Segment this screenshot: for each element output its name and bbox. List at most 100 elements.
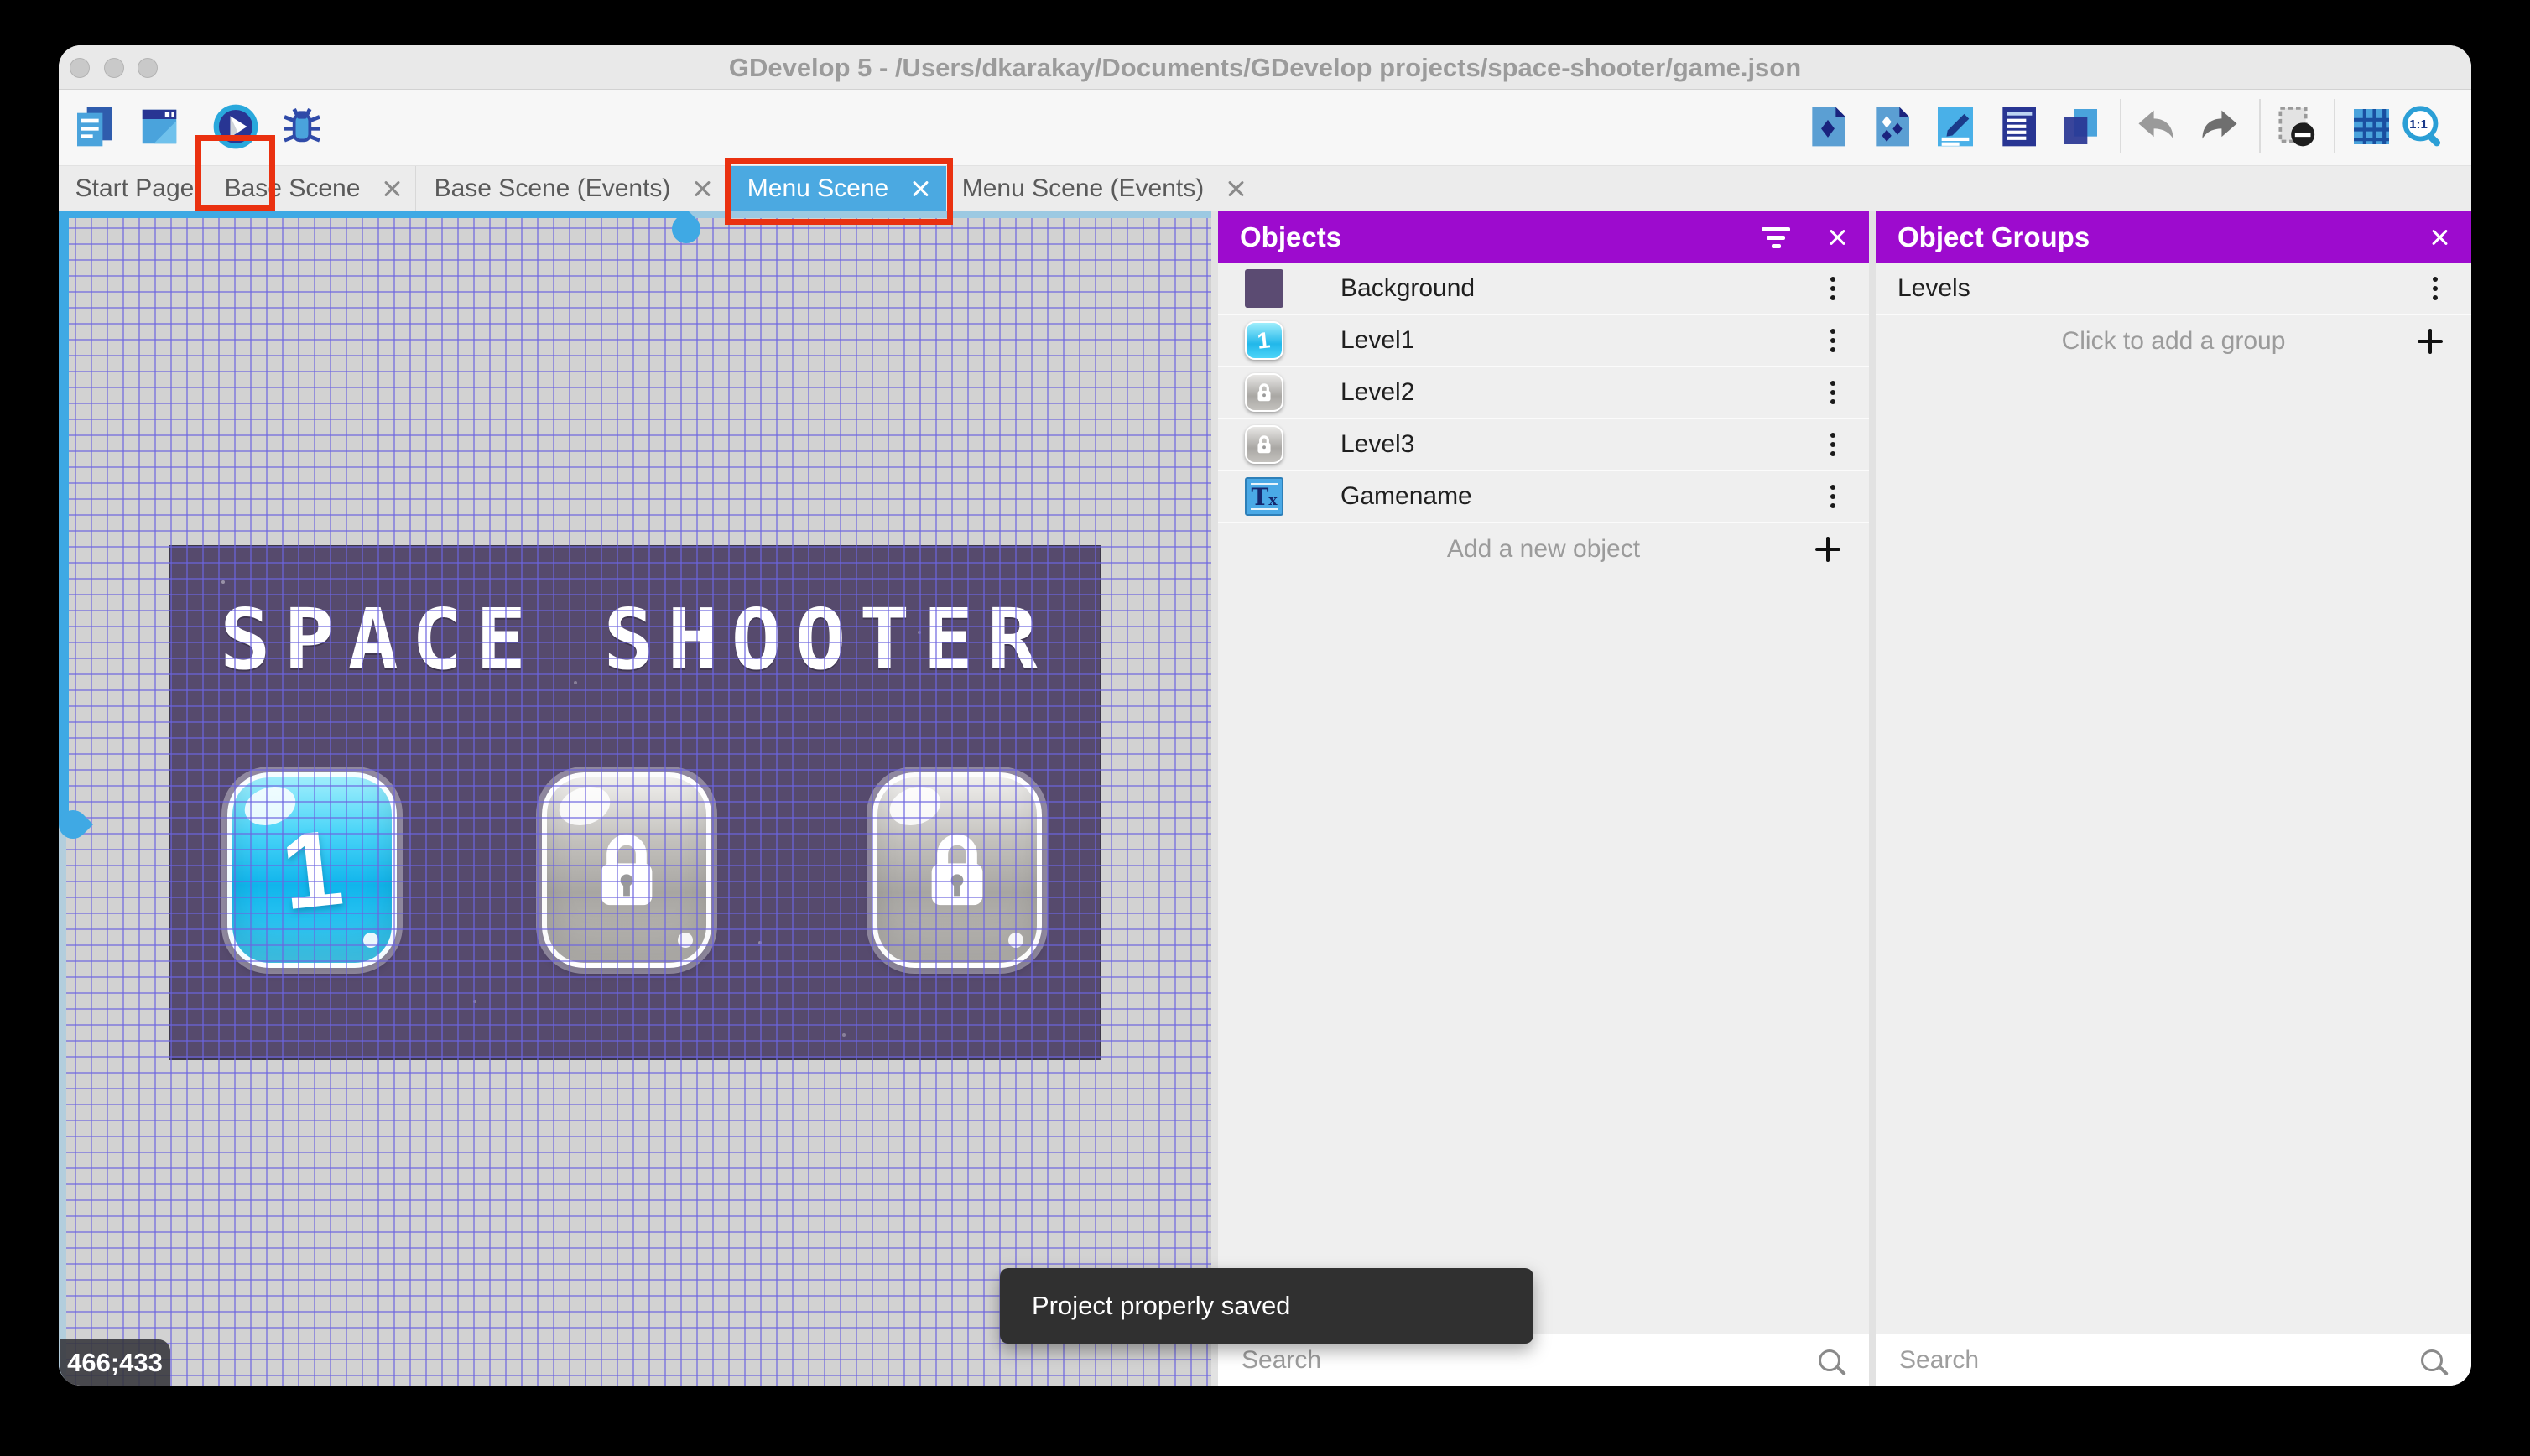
tab-label: Menu Scene (Events) xyxy=(961,174,1205,202)
close-tab-icon[interactable] xyxy=(910,179,930,199)
tab-base-scene[interactable]: Base Scene xyxy=(211,166,416,211)
project-manager-icon[interactable] xyxy=(70,99,119,154)
title-bar: GDevelop 5 - /Users/dkarakay/Documents/G… xyxy=(59,45,2471,90)
game-scene-background[interactable]: SPACE SHOOTER 1 xyxy=(169,545,1101,1060)
open-object-groups-editor-icon[interactable] xyxy=(1867,99,1916,154)
toolbar: 1:1 xyxy=(59,90,2471,165)
toggle-grid-icon[interactable] xyxy=(2347,99,2396,154)
add-group-label: Click to add a group xyxy=(2061,327,2286,355)
toggle-mask-icon[interactable] xyxy=(2272,99,2320,154)
maximize-window-button[interactable] xyxy=(138,58,158,78)
tab-label: Base Scene xyxy=(224,174,361,202)
save-toast: Project properly saved xyxy=(1000,1268,1533,1344)
lock-icon xyxy=(547,777,706,963)
groups-panel-title: Object Groups xyxy=(1898,221,2090,252)
tab-base-scene-events[interactable]: Base Scene (Events) xyxy=(416,166,731,211)
object-row-gamename[interactable]: Tx Gamename xyxy=(1218,471,1869,523)
tab-menu-scene-events[interactable]: Menu Scene (Events) xyxy=(946,166,1262,211)
preview-window-icon[interactable] xyxy=(135,99,184,154)
filter-icon[interactable] xyxy=(1762,223,1790,252)
launch-preview-button[interactable] xyxy=(211,99,260,154)
object-menu-icon[interactable] xyxy=(1830,390,1835,395)
groups-search-bar xyxy=(1876,1334,2471,1386)
search-icon[interactable] xyxy=(1819,1349,1840,1371)
plus-icon[interactable] xyxy=(2418,329,2443,354)
star-decoration xyxy=(221,580,225,584)
panel-divider[interactable] xyxy=(1869,211,1876,1386)
level1-thumbnail: 1 xyxy=(1245,321,1283,360)
close-panel-icon[interactable] xyxy=(2429,227,2449,247)
window-title: GDevelop 5 - /Users/dkarakay/Documents/G… xyxy=(728,53,1802,82)
group-name: Levels xyxy=(1898,274,1970,302)
close-window-button[interactable] xyxy=(70,58,90,78)
toolbar-separator xyxy=(2334,99,2335,153)
objects-search-input[interactable] xyxy=(1242,1345,1819,1375)
close-panel-icon[interactable] xyxy=(1827,227,1847,247)
zoom-one-to-one-icon[interactable]: 1:1 xyxy=(2399,99,2448,154)
groups-panel-header: Object Groups xyxy=(1876,211,2471,263)
object-row-background[interactable]: Background xyxy=(1218,263,1869,315)
group-row-levels[interactable]: Levels xyxy=(1876,263,2471,315)
level1-number: 1 xyxy=(276,807,348,933)
horizontal-scrollbar-track[interactable] xyxy=(686,211,1211,218)
text-object-thumbnail: Tx xyxy=(1245,477,1283,516)
scene-title-text[interactable]: SPACE SHOOTER xyxy=(171,590,1100,689)
close-tab-icon[interactable] xyxy=(382,179,402,199)
objects-panel: Objects Background 1 Level1 Level2 Level… xyxy=(1218,211,1869,1386)
open-instances-list-icon[interactable] xyxy=(1994,99,2043,154)
tab-label: Menu Scene xyxy=(747,174,889,202)
undo-icon[interactable] xyxy=(2132,99,2180,154)
objects-panel-title: Objects xyxy=(1240,221,1342,252)
tab-label: Start Page xyxy=(75,174,195,202)
object-name: Level1 xyxy=(1340,326,1415,354)
vertical-scrollbar-track[interactable] xyxy=(59,824,66,1386)
content-area: SPACE SHOOTER 1 466;433 Objects Backgrou… xyxy=(59,211,2471,1386)
vertical-scrollbar[interactable] xyxy=(59,211,69,824)
lock-icon xyxy=(877,777,1037,963)
object-row-level3[interactable]: Level3 xyxy=(1218,419,1869,471)
object-menu-icon[interactable] xyxy=(1830,442,1835,447)
tab-label: Base Scene (Events) xyxy=(434,174,671,202)
panel-divider[interactable] xyxy=(1211,211,1218,1386)
scene-editor-canvas[interactable]: SPACE SHOOTER 1 466;433 xyxy=(59,211,1211,1386)
open-layers-editor-icon[interactable] xyxy=(2055,99,2104,154)
background-thumbnail xyxy=(1245,269,1283,308)
objects-panel-header: Objects xyxy=(1218,211,1869,263)
object-name: Background xyxy=(1340,274,1476,302)
object-menu-icon[interactable] xyxy=(1830,338,1835,343)
add-group-button[interactable]: Click to add a group xyxy=(1876,315,2471,367)
object-row-level1[interactable]: 1 Level1 xyxy=(1218,315,1869,367)
redo-icon[interactable] xyxy=(2195,99,2244,154)
debugger-bug-icon[interactable] xyxy=(278,99,326,154)
locked-thumbnail xyxy=(1245,425,1283,464)
object-groups-panel: Object Groups Levels Click to add a grou… xyxy=(1876,211,2471,1386)
object-row-level2[interactable]: Level2 xyxy=(1218,367,1869,419)
open-objects-editor-icon[interactable] xyxy=(1804,99,1852,154)
gdevelop-window: GDevelop 5 - /Users/dkarakay/Documents/G… xyxy=(59,45,2471,1386)
object-menu-icon[interactable] xyxy=(1830,286,1835,291)
search-icon[interactable] xyxy=(2421,1349,2443,1371)
cursor-coordinates-badge: 466;433 xyxy=(60,1339,170,1386)
plus-icon[interactable] xyxy=(1815,537,1840,562)
close-tab-icon[interactable] xyxy=(1226,179,1246,199)
level2-locked-button-instance[interactable] xyxy=(542,772,711,968)
minimize-window-button[interactable] xyxy=(104,58,124,78)
horizontal-scrollbar[interactable] xyxy=(59,211,686,218)
tab-menu-scene[interactable]: Menu Scene xyxy=(731,166,946,211)
open-properties-icon[interactable] xyxy=(1931,99,1980,154)
object-menu-icon[interactable] xyxy=(1830,494,1835,499)
group-menu-icon[interactable] xyxy=(2433,286,2438,291)
object-name: Level2 xyxy=(1340,378,1415,406)
tab-start-page[interactable]: Start Page xyxy=(59,166,211,211)
add-new-object-button[interactable]: Add a new object xyxy=(1218,523,1869,575)
toolbar-separator xyxy=(2120,99,2121,153)
groups-search-input[interactable] xyxy=(1899,1345,2421,1375)
level1-button-instance[interactable]: 1 xyxy=(227,772,397,968)
object-name: Level3 xyxy=(1340,430,1415,458)
object-name: Gamename xyxy=(1340,482,1472,510)
add-object-label: Add a new object xyxy=(1446,535,1641,563)
close-tab-icon[interactable] xyxy=(692,179,712,199)
locked-thumbnail xyxy=(1245,373,1283,412)
tab-bar: Start Page Base Scene Base Scene (Events… xyxy=(59,165,2471,211)
level3-locked-button-instance[interactable] xyxy=(872,772,1042,968)
